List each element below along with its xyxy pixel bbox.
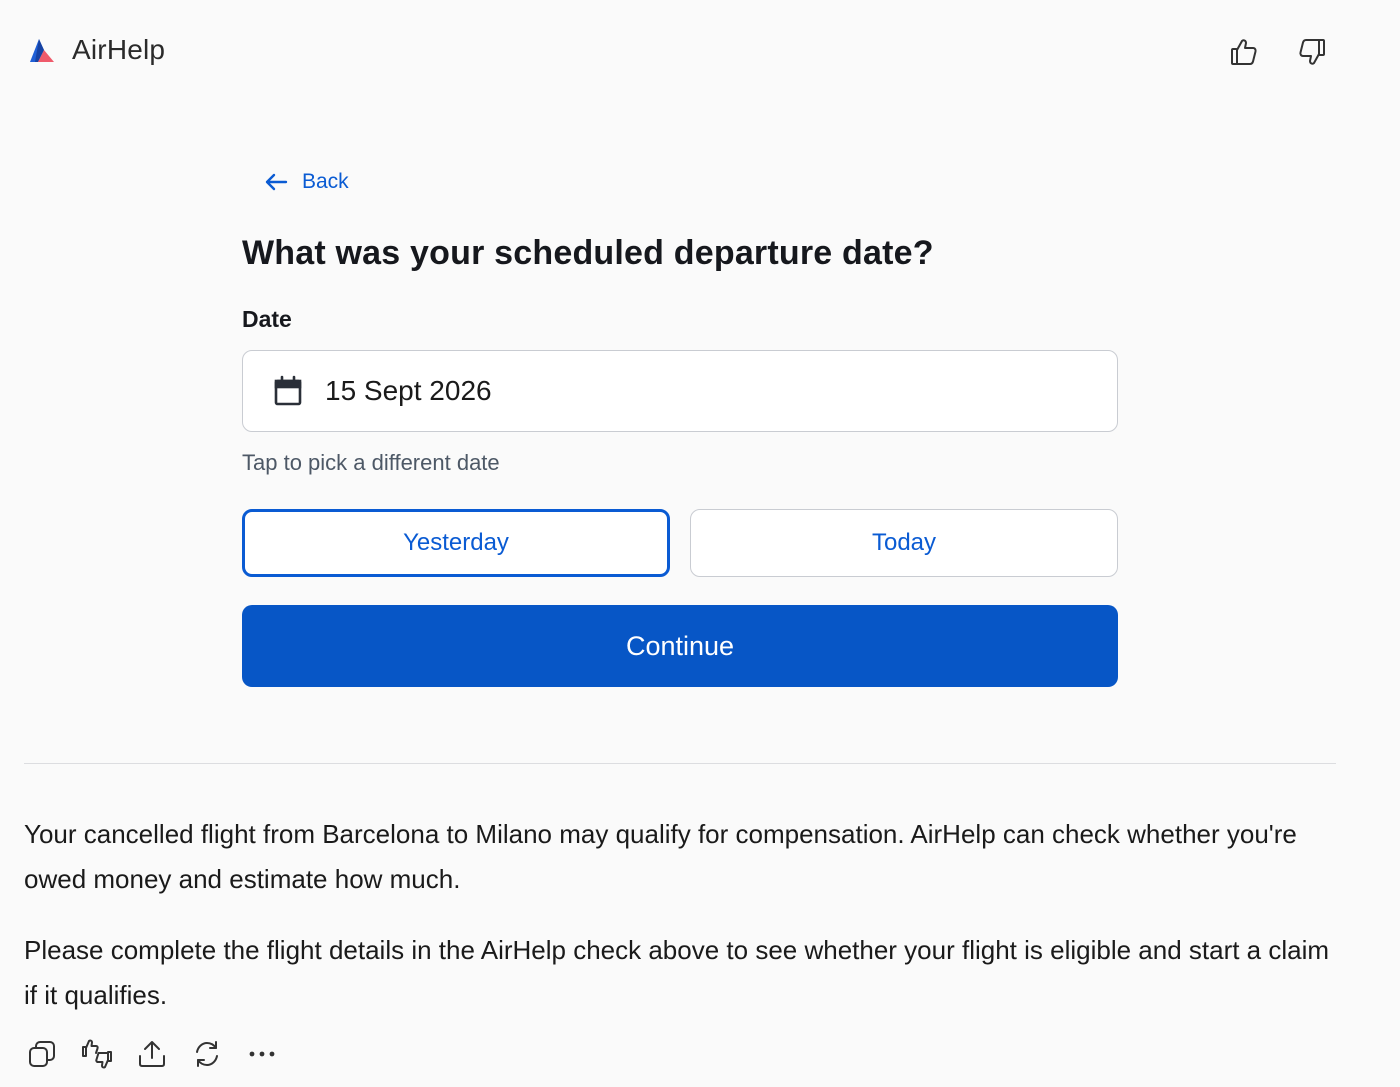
today-button[interactable]: Today bbox=[690, 509, 1118, 577]
back-link[interactable]: Back bbox=[264, 168, 349, 196]
assistant-message: Your cancelled flight from Barcelona to … bbox=[24, 812, 1344, 1018]
date-value: 15 Sept 2026 bbox=[325, 375, 492, 406]
thumbs-down-icon bbox=[1299, 39, 1325, 65]
app-name: AirHelp bbox=[72, 34, 166, 65]
regenerate-button[interactable] bbox=[189, 1036, 225, 1072]
date-hint: Tap to pick a different date bbox=[242, 450, 500, 475]
divider bbox=[24, 763, 1336, 764]
thumbs-up-button[interactable] bbox=[1222, 30, 1266, 74]
more-icon bbox=[249, 1051, 275, 1057]
yesterday-button[interactable]: Yesterday bbox=[242, 509, 670, 577]
feedback-button[interactable] bbox=[79, 1036, 115, 1072]
date-field[interactable]: 15 Sept 2026 bbox=[242, 350, 1118, 432]
question-heading: What was your scheduled departure date? bbox=[242, 234, 934, 272]
continue-button[interactable]: Continue bbox=[242, 605, 1118, 687]
airhelp-logo-icon bbox=[30, 39, 54, 62]
arrow-left-icon bbox=[265, 173, 288, 191]
thumbs-down-button[interactable] bbox=[1290, 30, 1334, 74]
share-button[interactable] bbox=[134, 1036, 170, 1072]
feedback-icon bbox=[82, 1039, 112, 1069]
share-icon bbox=[139, 1041, 165, 1067]
more-button[interactable] bbox=[244, 1036, 280, 1072]
copy-icon bbox=[29, 1041, 55, 1067]
app-header: AirHelp bbox=[0, 0, 1400, 104]
thumbs-up-icon bbox=[1231, 39, 1257, 65]
message-paragraph: Your cancelled flight from Barcelona to … bbox=[24, 819, 1297, 894]
message-paragraph: Please complete the flight details in th… bbox=[24, 935, 1330, 1010]
copy-button[interactable] bbox=[24, 1036, 60, 1072]
calendar-icon bbox=[274, 375, 302, 406]
date-field-label: Date bbox=[242, 306, 292, 332]
back-label: Back bbox=[302, 170, 349, 193]
message-actions bbox=[24, 1034, 299, 1074]
regenerate-icon bbox=[196, 1041, 218, 1067]
